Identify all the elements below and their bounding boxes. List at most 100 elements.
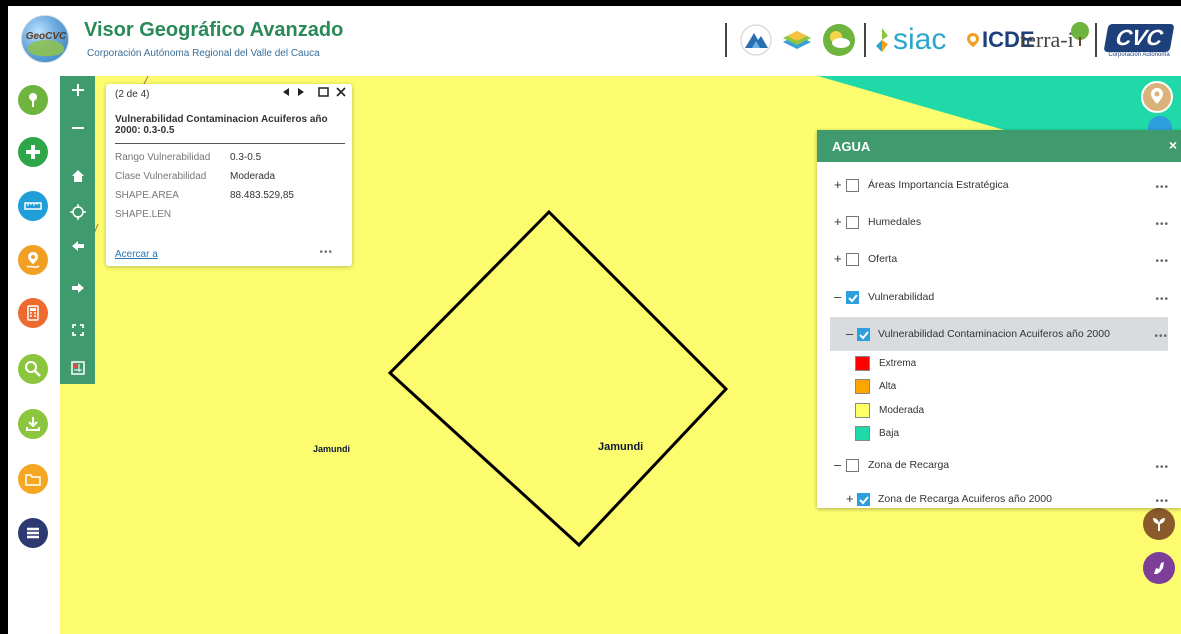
cvc-subtext: Corporación Autónoma	[1108, 52, 1170, 58]
maximize-icon[interactable]	[318, 87, 329, 97]
next-feature-icon[interactable]	[297, 88, 305, 96]
attr-value: Moderada	[230, 171, 276, 182]
legend-label: Alta	[879, 381, 897, 392]
layer-row[interactable]: + Zona de Recarga Acuiferos año 2000 •••	[817, 482, 1181, 508]
expand-icon[interactable]: +	[846, 492, 854, 505]
map-label-small: Jamundi	[313, 444, 351, 454]
region-map-icon[interactable]	[1143, 552, 1175, 584]
collapse-icon[interactable]: –	[834, 458, 841, 471]
popup-title: Vulnerabilidad Contaminacion Acuiferos a…	[115, 114, 328, 136]
layer-checkbox[interactable]	[846, 216, 859, 229]
agua-layer-panel: AGUA × + Áreas Importancia Estratégica •…	[817, 130, 1181, 508]
siac-text: siac	[893, 23, 947, 56]
home-button[interactable]	[60, 162, 95, 190]
layer-checkbox[interactable]	[857, 493, 870, 506]
previous-extent-button[interactable]	[60, 232, 95, 260]
layer-row[interactable]: – Zona de Recarga •••	[817, 448, 1181, 482]
popup-divider	[115, 143, 345, 144]
layer-more-menu[interactable]: •••	[1155, 462, 1169, 473]
layer-checkbox[interactable]	[846, 459, 859, 472]
attr-key: SHAPE.LEN	[115, 209, 172, 220]
layer-row[interactable]: + Áreas Importancia Estratégica •••	[817, 168, 1181, 202]
next-extent-button[interactable]	[60, 274, 95, 302]
prev-feature-icon[interactable]	[282, 88, 290, 96]
layer-more-menu[interactable]: •••	[1155, 219, 1169, 230]
layer-label: Oferta	[868, 253, 898, 265]
map-label-large: Jamundi	[598, 441, 644, 453]
close-icon[interactable]	[336, 87, 346, 97]
layer-more-menu[interactable]: •••	[1155, 256, 1169, 267]
popup-controls	[282, 87, 346, 97]
expand-icon[interactable]: +	[834, 178, 842, 191]
zoom-to-link[interactable]: Acercar a	[115, 249, 158, 260]
fullscreen-button[interactable]	[60, 316, 95, 344]
layers-overview-button[interactable]	[60, 354, 95, 382]
terrai-text: terra-i	[1020, 27, 1074, 52]
legend-swatch	[855, 356, 870, 371]
collapse-icon[interactable]: –	[846, 327, 853, 340]
weather-logo-icon[interactable]	[822, 23, 856, 57]
mountain-logo-icon[interactable]	[740, 24, 772, 56]
layer-row[interactable]: + Humedales •••	[817, 205, 1181, 239]
attr-key: Clase Vulnerabilidad	[115, 171, 207, 182]
popup-more-menu[interactable]: •••	[319, 247, 333, 258]
cvc-logo[interactable]: CVC Corporación Autónoma	[1103, 18, 1175, 64]
legend-swatch	[855, 403, 870, 418]
layer-checkbox[interactable]	[846, 253, 859, 266]
expand-icon[interactable]: +	[834, 252, 842, 265]
checkmark-icon	[859, 496, 869, 505]
agua-panel-header: AGUA ×	[817, 130, 1181, 162]
layer-label: Vulnerabilidad Contaminacion Acuiferos a…	[878, 328, 1110, 340]
crosshair-icon	[69, 204, 86, 220]
layer-label: Vulnerabilidad	[868, 291, 935, 303]
collapse-icon[interactable]: –	[834, 290, 841, 303]
legend-label: Baja	[879, 428, 900, 439]
layer-row-selected[interactable]: – Vulnerabilidad Contaminacion Acuiferos…	[830, 317, 1168, 351]
layer-more-menu[interactable]: •••	[1154, 331, 1168, 342]
geocvc-logo[interactable]: GeoCVC	[21, 15, 69, 63]
download-icon[interactable]	[18, 409, 48, 439]
plant-icon[interactable]	[1143, 508, 1175, 540]
layer-checkbox[interactable]	[846, 179, 859, 192]
layer-label: Humedales	[868, 216, 922, 228]
header-divider	[864, 23, 866, 57]
layer-row[interactable]: – Vulnerabilidad •••	[817, 280, 1181, 314]
layer-checkbox[interactable]	[846, 291, 859, 304]
close-icon[interactable]: ×	[1169, 137, 1177, 153]
arrow-right-icon	[71, 283, 84, 293]
location-map-icon[interactable]	[1141, 81, 1173, 113]
search-icon[interactable]	[18, 354, 48, 384]
layers-logo-icon[interactable]	[780, 24, 814, 56]
siac-logo[interactable]: siac	[874, 22, 946, 58]
layer-more-menu[interactable]: •••	[1155, 182, 1169, 193]
header: GeoCVC Visor Geográfico Avanzado Corpora…	[8, 6, 1181, 76]
expand-icon[interactable]: +	[834, 215, 842, 228]
attr-row: Rango Vulnerabilidad 0.3-0.5	[115, 152, 261, 163]
calculator-icon[interactable]	[18, 298, 48, 328]
route-pin-icon[interactable]	[18, 245, 48, 275]
layer-label: Áreas Importancia Estratégica	[868, 179, 1009, 191]
checkmark-icon	[859, 331, 869, 340]
locate-button[interactable]	[60, 198, 95, 226]
fullscreen-icon	[71, 324, 84, 336]
app-window: GeoCVC Visor Geográfico Avanzado Corpora…	[8, 6, 1181, 634]
minus-icon	[71, 127, 84, 129]
attr-row: Clase Vulnerabilidad Moderada	[115, 171, 275, 182]
legend-swatch	[855, 426, 870, 441]
ruler-icon[interactable]	[18, 191, 48, 221]
menu-icon[interactable]	[18, 518, 48, 548]
layer-row[interactable]: + Oferta •••	[817, 242, 1181, 276]
layer-label: Zona de Recarga Acuiferos año 2000	[878, 493, 1052, 505]
layer-checkbox[interactable]	[857, 328, 870, 341]
zoom-in-button[interactable]	[60, 76, 95, 104]
add-icon[interactable]	[18, 137, 48, 167]
layer-more-menu[interactable]: •••	[1155, 294, 1169, 305]
folder-icon[interactable]	[18, 464, 48, 494]
feature-popup: (2 de 4) Vulnerabilidad Contaminacion Ac…	[106, 84, 352, 266]
zoom-out-button[interactable]	[60, 114, 95, 142]
terrai-logo[interactable]: terra-i	[1020, 20, 1092, 60]
layer-more-menu[interactable]: •••	[1155, 496, 1169, 507]
layer-label: Zona de Recarga	[868, 459, 950, 471]
arrow-left-icon	[71, 241, 84, 251]
location-pin-icon[interactable]	[18, 85, 48, 115]
